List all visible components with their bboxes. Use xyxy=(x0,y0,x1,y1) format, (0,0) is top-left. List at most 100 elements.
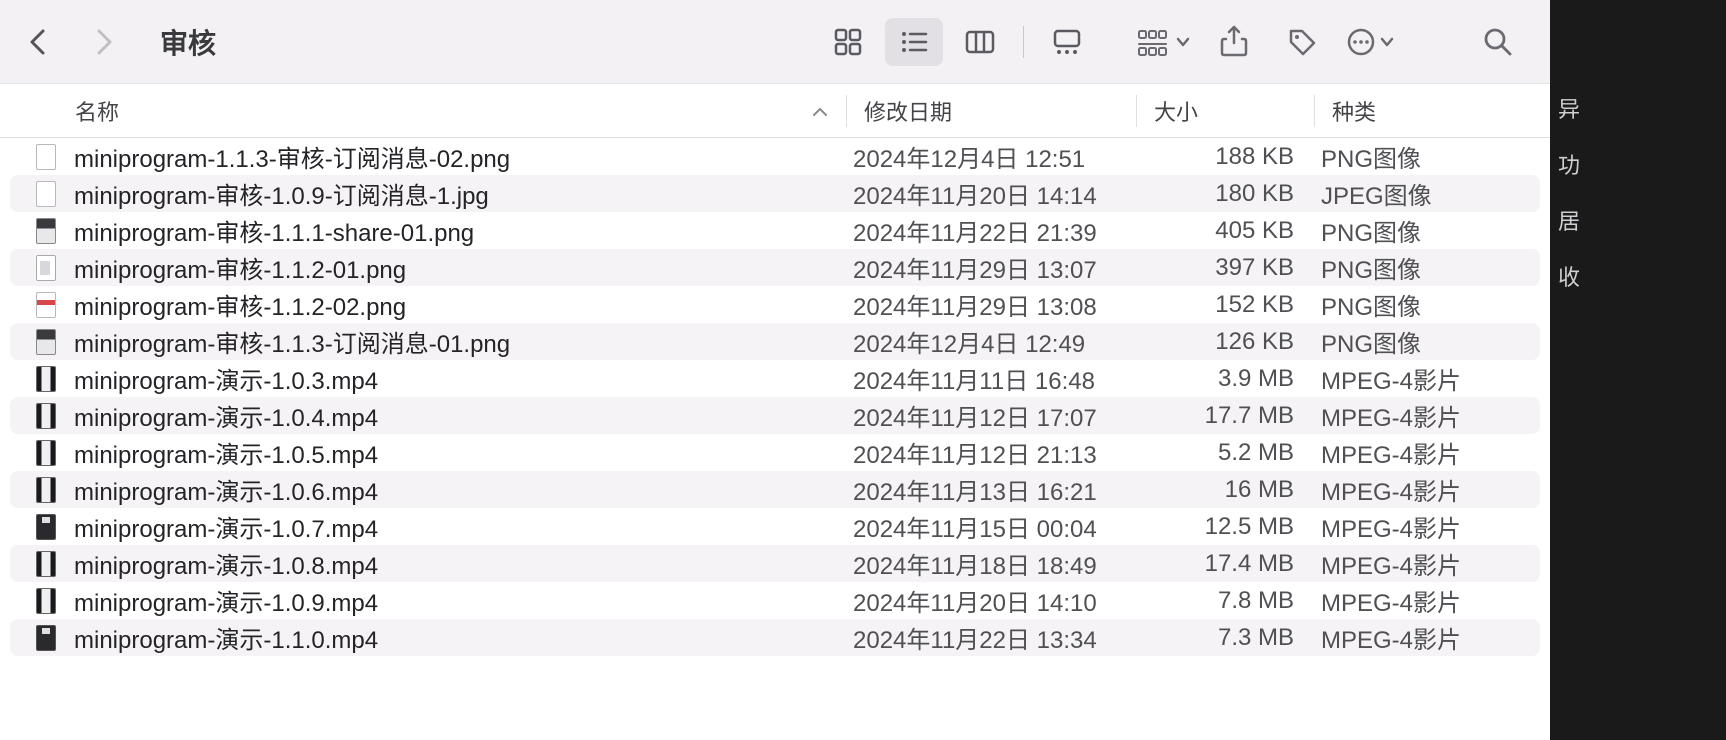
file-name: miniprogram-演示-1.0.7.mp4 xyxy=(74,509,378,544)
file-size: 3.9 MB xyxy=(1136,365,1314,393)
file-date: 2024年11月18日 18:49 xyxy=(846,546,1136,581)
toolbar-actions xyxy=(1136,18,1530,66)
chevron-down-icon xyxy=(1176,37,1190,47)
file-kind: PNG图像 xyxy=(1314,287,1540,322)
file-size: 17.7 MB xyxy=(1136,402,1314,430)
file-kind: JPEG图像 xyxy=(1314,176,1540,211)
column-name-label: 名称 xyxy=(75,95,119,127)
nav-buttons xyxy=(20,24,122,60)
file-icon xyxy=(34,513,58,541)
column-header-size[interactable]: 大小 xyxy=(1136,95,1314,127)
file-size: 405 KB xyxy=(1136,217,1314,245)
forward-button[interactable] xyxy=(86,24,122,60)
list-view-button[interactable] xyxy=(885,18,943,66)
file-size: 397 KB xyxy=(1136,254,1314,282)
file-row[interactable]: miniprogram-演示-1.1.0.mp4 2024年11月22日 13:3… xyxy=(10,619,1540,656)
file-icon xyxy=(34,550,58,578)
file-row[interactable]: miniprogram-审核-1.1.1-share-01.png 2024年11… xyxy=(10,212,1540,249)
file-name: miniprogram-审核-1.1.2-01.png xyxy=(74,250,406,285)
toolbar: 审核 xyxy=(0,0,1550,84)
file-row[interactable]: miniprogram-审核-1.1.2-01.png 2024年11月29日 1… xyxy=(10,249,1540,286)
file-name: miniprogram-审核-1.1.3-订阅消息-01.png xyxy=(74,324,510,359)
column-header-date[interactable]: 修改日期 xyxy=(846,95,1136,127)
window-title: 审核 xyxy=(160,22,216,62)
file-row[interactable]: miniprogram-1.1.3-审核-订阅消息-02.png2024年12月… xyxy=(10,138,1540,175)
file-date: 2024年11月20日 14:10 xyxy=(846,583,1136,618)
view-mode-buttons xyxy=(819,18,1096,66)
file-kind: MPEG-4影片 xyxy=(1314,620,1540,655)
file-kind: MPEG-4影片 xyxy=(1314,398,1540,433)
file-kind: PNG图像 xyxy=(1314,324,1540,359)
column-header: 名称 修改日期 大小 种类 xyxy=(0,84,1550,138)
file-kind: PNG图像 xyxy=(1314,139,1540,174)
file-row[interactable]: miniprogram-演示-1.0.9.mp4 2024年11月20日 14:1… xyxy=(10,582,1540,619)
file-row[interactable]: miniprogram-审核-1.1.3-订阅消息-01.png 2024年12月… xyxy=(10,323,1540,360)
file-date: 2024年11月12日 17:07 xyxy=(846,398,1136,433)
file-size: 7.8 MB xyxy=(1136,587,1314,615)
right-sidebar-edge: 异功居收 xyxy=(1550,0,1726,740)
file-name: miniprogram-演示-1.1.0.mp4 xyxy=(74,620,378,655)
file-kind: PNG图像 xyxy=(1314,250,1540,285)
column-header-name[interactable]: 名称 xyxy=(0,95,846,127)
back-button[interactable] xyxy=(20,24,56,60)
file-row[interactable]: miniprogram-演示-1.0.5.mp42024年11月12日 21:1… xyxy=(10,434,1540,471)
file-icon xyxy=(34,402,58,430)
file-row[interactable]: miniprogram-审核-1.0.9-订阅消息-1.jpg2024年11月2… xyxy=(10,175,1540,212)
file-name: miniprogram-演示-1.0.9.mp4 xyxy=(74,583,378,618)
file-list: miniprogram-1.1.3-审核-订阅消息-02.png2024年12月… xyxy=(0,138,1550,740)
sidebar-item[interactable]: 居 xyxy=(1550,192,1726,248)
sort-ascending-icon xyxy=(812,98,828,124)
share-button[interactable] xyxy=(1210,18,1258,66)
sidebar-item[interactable]: 功 xyxy=(1550,136,1726,192)
file-date: 2024年11月29日 13:07 xyxy=(846,250,1136,285)
file-row[interactable]: miniprogram-演示-1.0.8.mp42024年11月18日 18:4… xyxy=(10,545,1540,582)
file-row[interactable]: miniprogram-演示-1.0.4.mp4 2024年11月12日 17:0… xyxy=(10,397,1540,434)
file-date: 2024年11月11日 16:48 xyxy=(846,361,1136,396)
file-size: 152 KB xyxy=(1136,291,1314,319)
file-name: miniprogram-审核-1.1.1-share-01.png xyxy=(74,213,474,248)
sidebar-item[interactable]: 收 xyxy=(1550,248,1726,304)
file-date: 2024年11月13日 16:21 xyxy=(846,472,1136,507)
file-date: 2024年11月22日 21:39 xyxy=(846,213,1136,248)
file-name: miniprogram-演示-1.0.3.mp4 xyxy=(74,361,378,396)
file-row[interactable]: miniprogram-演示-1.0.7.mp42024年11月15日 00:0… xyxy=(10,508,1540,545)
file-icon xyxy=(34,217,58,245)
tag-button[interactable] xyxy=(1278,18,1326,66)
file-size: 180 KB xyxy=(1136,180,1314,208)
sidebar-item[interactable]: 异 xyxy=(1550,80,1726,136)
file-kind: MPEG-4影片 xyxy=(1314,546,1540,581)
file-date: 2024年12月4日 12:49 xyxy=(846,324,1136,359)
group-by-button[interactable] xyxy=(1136,27,1190,57)
file-name: miniprogram-演示-1.0.6.mp4 xyxy=(74,472,378,507)
file-icon xyxy=(34,254,58,282)
file-kind: MPEG-4影片 xyxy=(1314,472,1540,507)
search-button[interactable] xyxy=(1474,18,1522,66)
icon-view-button[interactable] xyxy=(819,18,877,66)
file-kind: MPEG-4影片 xyxy=(1314,435,1540,470)
column-view-button[interactable] xyxy=(951,18,1009,66)
chevron-down-icon xyxy=(1380,37,1394,47)
file-name: miniprogram-审核-1.1.2-02.png xyxy=(74,287,406,322)
file-size: 126 KB xyxy=(1136,328,1314,356)
file-date: 2024年11月22日 13:34 xyxy=(846,620,1136,655)
more-actions-button[interactable] xyxy=(1346,27,1394,57)
file-kind: MPEG-4影片 xyxy=(1314,583,1540,618)
file-kind: MPEG-4影片 xyxy=(1314,509,1540,544)
file-date: 2024年11月29日 13:08 xyxy=(846,287,1136,322)
column-header-kind[interactable]: 种类 xyxy=(1314,95,1550,127)
file-name: miniprogram-演示-1.0.5.mp4 xyxy=(74,435,378,470)
file-size: 188 KB xyxy=(1136,143,1314,171)
file-kind: PNG图像 xyxy=(1314,213,1540,248)
finder-window: 审核 xyxy=(0,0,1550,740)
file-size: 5.2 MB xyxy=(1136,439,1314,467)
file-row[interactable]: miniprogram-演示-1.0.6.mp4 2024年11月13日 16:2… xyxy=(10,471,1540,508)
file-size: 12.5 MB xyxy=(1136,513,1314,541)
file-icon xyxy=(34,328,58,356)
file-name: miniprogram-审核-1.0.9-订阅消息-1.jpg xyxy=(74,176,489,211)
file-row[interactable]: miniprogram-审核-1.1.2-02.png 2024年11月29日 1… xyxy=(10,286,1540,323)
file-name: miniprogram-演示-1.0.4.mp4 xyxy=(74,398,378,433)
file-icon xyxy=(34,624,58,652)
file-row[interactable]: miniprogram-演示-1.0.3.mp4 2024年11月11日 16:4… xyxy=(10,360,1540,397)
gallery-view-button[interactable] xyxy=(1038,18,1096,66)
file-size: 7.3 MB xyxy=(1136,624,1314,652)
